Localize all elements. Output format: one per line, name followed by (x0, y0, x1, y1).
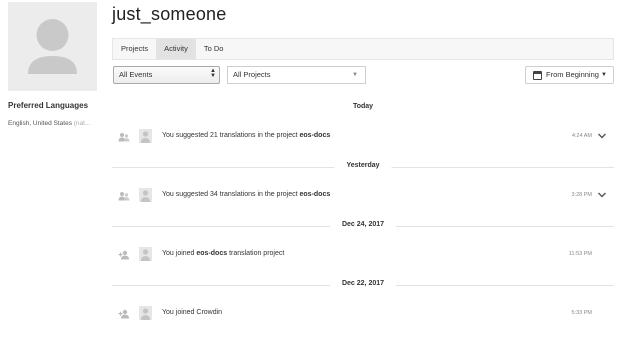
activity-text: You suggested 34 translations in the pro… (162, 191, 331, 198)
day-label: Dec 24, 2017 (329, 221, 397, 228)
activity-text: You joined Crowdin (162, 309, 223, 316)
calendar-icon (533, 70, 542, 80)
users-translate-icon (118, 192, 130, 201)
activity-time: 4:24 AM (571, 133, 592, 139)
chevron-down-icon[interactable] (597, 190, 607, 200)
day-label: Dec 22, 2017 (329, 280, 397, 287)
profile-tabs: Projects Activity To Do (112, 38, 614, 60)
users-translate-icon (118, 133, 130, 142)
activity-time: 3:28 PM (571, 192, 592, 198)
events-filter-select[interactable]: All Events ▲ ▼ (113, 66, 220, 84)
project-link[interactable]: eos-docs (196, 250, 227, 257)
tab-to-do[interactable]: To Do (196, 39, 232, 59)
chevron-down-icon: ▼ (352, 72, 358, 78)
activity-item: You suggested 34 translations in the pro… (112, 188, 614, 204)
date-range-label: From Beginning (546, 70, 599, 79)
language-more-text: (nat... (73, 120, 91, 127)
activity-item: You joined eos-docs translation project … (112, 247, 614, 263)
activity-item: You suggested 21 translations in the pro… (112, 129, 614, 145)
avatar-placeholder-icon (8, 2, 97, 91)
chevron-down-icon[interactable] (597, 131, 607, 141)
activity-text: You suggested 21 translations in the pro… (162, 132, 331, 139)
user-avatar-icon (139, 188, 152, 202)
select-updown-icon: ▲ ▼ (210, 68, 216, 79)
day-separator: Today (112, 100, 614, 116)
preferred-languages-value: English, United States (nat... (8, 120, 90, 127)
language-text: English, United States (8, 120, 72, 127)
user-add-icon (118, 309, 129, 319)
date-range-button[interactable]: From Beginning ▼ (525, 66, 614, 84)
projects-filter-value: All Projects (233, 70, 271, 79)
activity-time: 11:53 PM (568, 251, 592, 257)
user-add-icon (118, 250, 129, 260)
profile-avatar (8, 2, 97, 91)
day-separator: Dec 24, 2017 (112, 218, 614, 234)
day-label: Yesterday (334, 162, 392, 169)
activity-item: You joined Crowdin 5:33 PM (112, 306, 614, 322)
tab-projects[interactable]: Projects (113, 39, 156, 59)
user-avatar-icon (139, 247, 152, 261)
preferred-languages-heading: Preferred Languages (8, 101, 89, 110)
user-avatar-icon (139, 129, 152, 143)
activity-text: You joined eos-docs translation project (162, 250, 285, 257)
day-label: Today (340, 103, 386, 110)
events-filter-value: All Events (119, 70, 153, 79)
user-avatar-icon (139, 306, 152, 320)
project-link[interactable]: eos-docs (300, 132, 331, 139)
tab-activity[interactable]: Activity (156, 39, 196, 59)
day-separator: Yesterday (112, 159, 614, 175)
projects-filter-select[interactable]: All Projects ▼ (227, 66, 366, 84)
caret-down-icon: ▼ (600, 72, 607, 78)
activity-time: 5:33 PM (571, 310, 592, 316)
day-separator: Dec 22, 2017 (112, 277, 614, 293)
profile-username: just_someone (112, 4, 227, 24)
project-link[interactable]: eos-docs (300, 191, 331, 198)
